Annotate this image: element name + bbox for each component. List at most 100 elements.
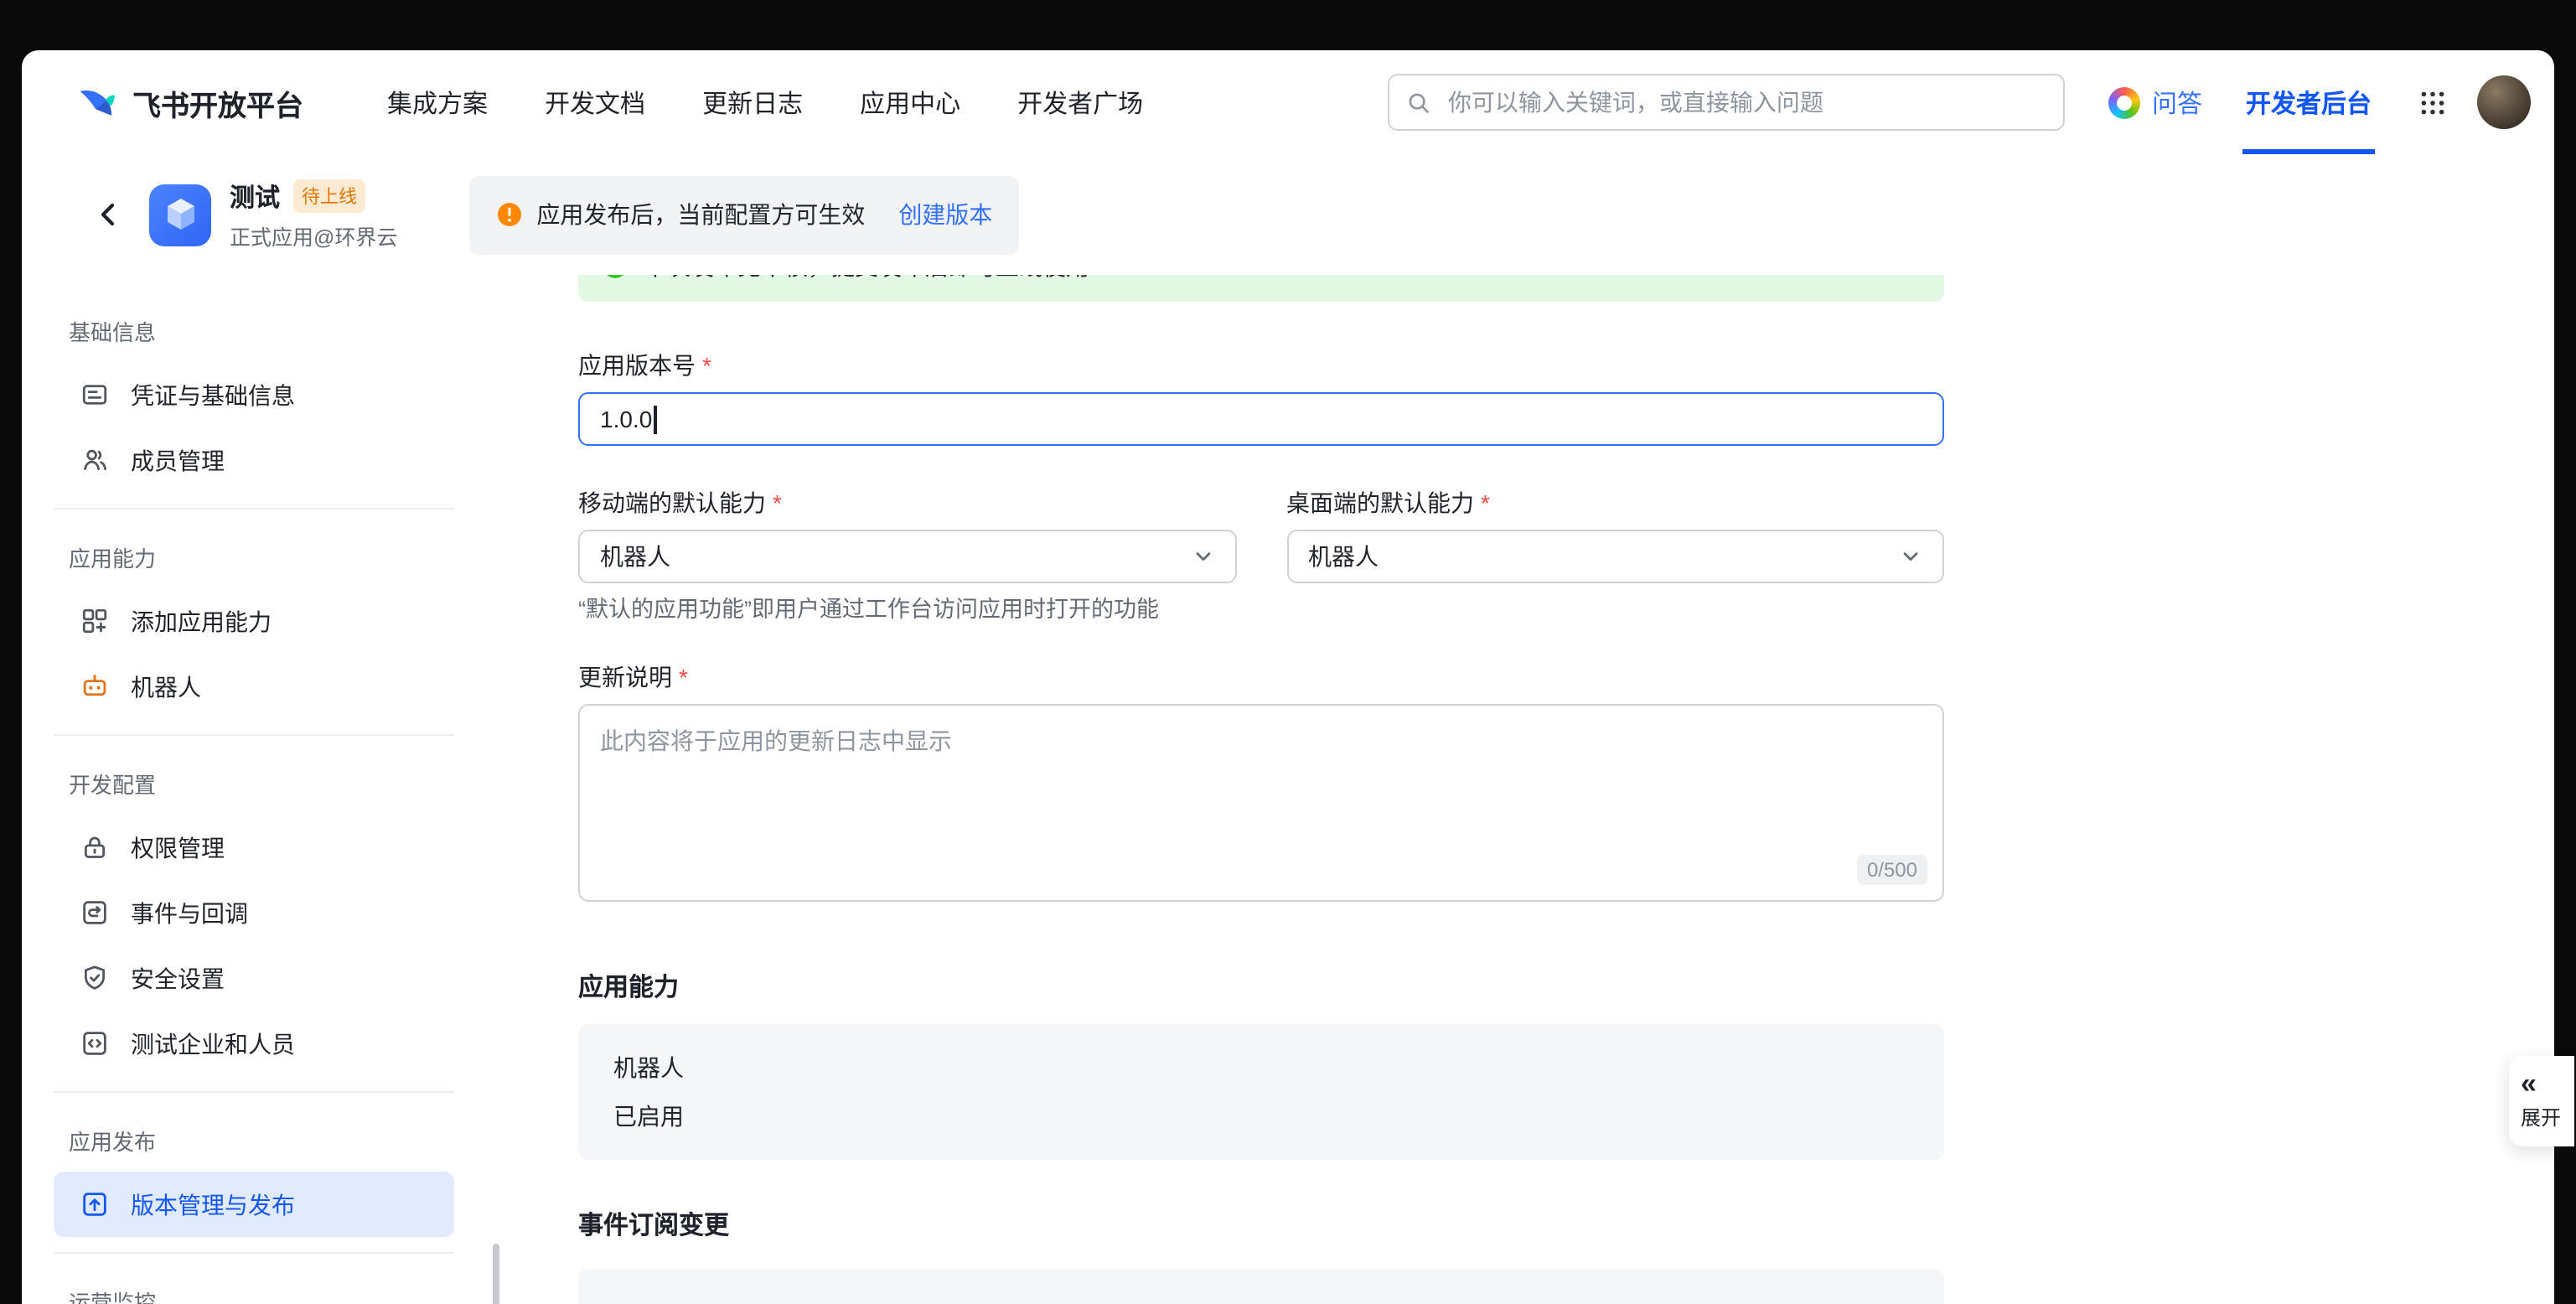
mobile-capability-select[interactable]: 机器人: [578, 530, 1236, 583]
sidebar-section-dev-config: 开发配置 权限管理: [54, 751, 454, 1093]
app-icon: [149, 184, 211, 246]
lock-icon: [80, 833, 109, 862]
success-banner: 本次发布免审核，提交发布后即可上线使用: [578, 275, 1944, 302]
capability-status: 已启用: [613, 1100, 1909, 1133]
desktop-capability-value: 机器人: [1308, 540, 1379, 573]
nav-item-integration[interactable]: 集成方案: [387, 85, 488, 120]
update-notes-wrap: 0/500: [578, 704, 1944, 902]
sidebar-item-add-capability[interactable]: 添加应用能力: [54, 588, 454, 654]
sidebar-item-label: 添加应用能力: [131, 604, 272, 638]
notice-text: 应用发布后，当前配置方可生效: [536, 198, 865, 231]
sidebar-item-label: 成员管理: [131, 443, 225, 477]
app-status-badge: 待上线: [293, 179, 365, 213]
browser-page: 飞书开放平台 集成方案 开发文档 更新日志 应用中心 开发者广场 问答: [22, 50, 2554, 1304]
brand-title: 飞书开放平台: [132, 81, 303, 123]
apps-grid-icon: [2418, 88, 2447, 116]
sidebar-item-events[interactable]: 事件与回调: [54, 880, 454, 945]
sidebar-scrollbar-thumb[interactable]: [493, 1244, 499, 1304]
app-meta: 测试 待上线 正式应用@环界云: [230, 179, 397, 251]
expand-icon: «: [2521, 1069, 2537, 1100]
shield-icon: [80, 964, 109, 992]
version-release-icon: [80, 1190, 109, 1219]
robot-icon: [80, 672, 109, 701]
text-caret: [654, 405, 656, 433]
event-callback-icon: [80, 898, 109, 927]
sidebar-section-title: 运营监控: [54, 1269, 454, 1304]
sidebar-item-test-org[interactable]: 测试企业和人员: [54, 1011, 454, 1076]
chevron-down-icon: [1191, 545, 1214, 568]
nav-item-docs[interactable]: 开发文档: [545, 85, 645, 120]
members-icon: [80, 446, 109, 474]
warning-icon: [496, 201, 523, 228]
sidebar-section-title: 应用发布: [54, 1108, 454, 1172]
create-version-link[interactable]: 创建版本: [898, 198, 992, 231]
test-org-icon: [80, 1029, 109, 1058]
update-notes-textarea[interactable]: [578, 704, 1944, 902]
event-section-title: 事件订阅变更: [578, 1207, 1944, 1242]
publish-notice-banner: 应用发布后，当前配置方可生效 创建版本: [469, 175, 1019, 254]
sidebar-item-label: 权限管理: [131, 831, 225, 864]
user-avatar[interactable]: [2477, 75, 2531, 129]
feishu-brand[interactable]: 飞书开放平台: [75, 80, 303, 124]
sidebar-item-bot[interactable]: 机器人: [54, 654, 454, 719]
success-icon: [602, 275, 628, 280]
capability-hint: “默认的应用功能”即用户通过工作台访问应用时打开的功能: [578, 590, 1944, 624]
sidebar-section-release: 应用发布 版本管理与发布: [54, 1108, 454, 1254]
sidebar-item-version-release[interactable]: 版本管理与发布: [54, 1172, 454, 1237]
nav-links: 集成方案 开发文档 更新日志 应用中心 开发者广场: [387, 85, 1143, 120]
required-mark: *: [1481, 489, 1490, 516]
global-search[interactable]: [1388, 74, 2065, 131]
sidebar-item-label: 安全设置: [131, 961, 225, 995]
search-input[interactable]: [1445, 87, 2046, 117]
sidebar-item-label: 机器人: [131, 670, 201, 703]
event-summary-box: [578, 1269, 1944, 1304]
top-nav: 飞书开放平台 集成方案 开发文档 更新日志 应用中心 开发者广场 问答: [22, 50, 2554, 154]
default-capability-row: 移动端的默认能力 * 机器人 桌面端的默认能力 *: [578, 486, 1944, 583]
sidebar-item-label: 事件与回调: [131, 896, 248, 929]
success-banner-text: 本次发布免审核，提交发布后即可上线使用: [644, 275, 1089, 283]
app-subtitle: 正式应用@环界云: [230, 219, 397, 251]
sidebar-section-title: 基础信息: [54, 298, 454, 362]
capability-name: 机器人: [613, 1051, 1909, 1084]
app-version-value: 1.0.0: [600, 406, 652, 432]
desktop-capability-label: 桌面端的默认能力 *: [1286, 486, 1944, 520]
nav-item-changelog[interactable]: 更新日志: [702, 85, 803, 120]
chevron-down-icon: [1899, 545, 1922, 568]
sidebar-item-permissions[interactable]: 权限管理: [54, 815, 454, 880]
back-button[interactable]: [92, 198, 126, 231]
nav-item-dev-plaza[interactable]: 开发者广场: [1017, 85, 1143, 120]
app-version-input[interactable]: 1.0.0: [578, 392, 1944, 446]
capability-summary-box: 机器人 已启用: [578, 1024, 1944, 1160]
required-mark: *: [702, 352, 711, 379]
qa-button[interactable]: 问答: [2108, 85, 2202, 120]
capability-section-title: 应用能力: [578, 969, 1944, 1004]
sidebar-item-security[interactable]: 安全设置: [54, 945, 454, 1011]
console-label: 开发者后台: [2246, 85, 2372, 120]
sidebar-section-basic: 基础信息 凭证与基础信息: [54, 298, 454, 510]
desktop-capability-select[interactable]: 机器人: [1286, 530, 1944, 583]
sidebar-section-capabilities: 应用能力 添加应用能力: [54, 525, 454, 736]
screen: 飞书开放平台 集成方案 开发文档 更新日志 应用中心 开发者广场 问答: [0, 0, 2576, 1304]
sidebar-section-title: 应用能力: [54, 525, 454, 588]
nav-item-app-center[interactable]: 应用中心: [860, 85, 960, 120]
app-header: 测试 待上线 正式应用@环界云 应用发布后，当前配置方可生效 创建版本: [22, 154, 2554, 275]
expand-panel-button[interactable]: « 展开: [2509, 1056, 2574, 1146]
add-capability-icon: [80, 607, 109, 635]
sidebar-item-credentials[interactable]: 凭证与基础信息: [54, 362, 454, 427]
required-mark: *: [679, 664, 688, 691]
sidebar-item-label: 版本管理与发布: [131, 1188, 295, 1221]
main-content: 本次发布免审核，提交发布后即可上线使用 应用版本号 * 1.0.0 移动端的默认…: [578, 275, 1944, 1304]
required-mark: *: [773, 489, 782, 516]
mobile-capability-value: 机器人: [600, 540, 670, 573]
apps-grid-button[interactable]: [2418, 88, 2447, 116]
back-icon: [94, 199, 124, 230]
expand-label: 展开: [2521, 1103, 2561, 1131]
feishu-logo-icon: [75, 80, 119, 124]
sidebar-item-members[interactable]: 成员管理: [54, 427, 454, 493]
search-icon: [1406, 90, 1431, 115]
sidebar: 基础信息 凭证与基础信息: [54, 298, 454, 1304]
qa-icon: [2108, 86, 2140, 118]
tab-developer-console[interactable]: 开发者后台: [2242, 50, 2375, 154]
char-counter: 0/500: [1857, 855, 1927, 885]
sidebar-section-title: 开发配置: [54, 751, 454, 815]
